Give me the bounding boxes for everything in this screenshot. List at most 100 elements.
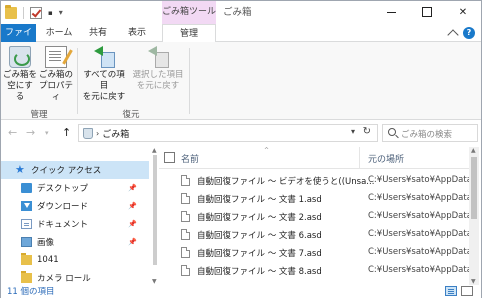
quick-access-toolbar: ▪ ▾ [5,4,63,20]
table-row[interactable]: 自動回復ファイル 〜 ビデオを使うと((Unsa... C:¥Users¥sat… [159,172,469,190]
file-icon [181,175,190,186]
file-list: ^ 名前 元の場所 自動回復ファイル 〜 ビデオを使うと((Unsa... C:… [159,147,469,285]
navigation-pane-scrollbar[interactable]: ▲ ▼ [151,147,159,285]
window-title: ごみ箱 [223,7,252,18]
navigation-pane: ★ クイック アクセス デスクトップ 📌 ダウンロード 📌 ドキュメント 📌 画… [1,147,151,285]
pin-icon[interactable]: 📌 [128,184,137,192]
tab-share[interactable]: 共有 [81,24,115,42]
breadcrumb-chevron-icon[interactable]: › [96,129,99,138]
ribbon-panel: ごみ箱を 空にする ごみ箱の プロパティ 管理 すべての項目 を元に戻す 選択し… [1,42,481,120]
group-label-restore: 復元 [122,110,140,120]
tab-manage[interactable]: 管理 [162,24,216,43]
navigation-bar: ← → ▾ ↑ › ごみ箱 ▾ ↻ ごみ箱の検索 [1,121,481,145]
large-icons-view-icon[interactable] [461,286,473,296]
maximize-button[interactable] [409,1,445,24]
title-bar: ▪ ▾ ごみ箱ツール ごみ箱 ✕ [1,1,481,24]
customize-toolbar-chevron-icon[interactable]: ▾ [59,8,63,17]
column-divider[interactable] [359,147,360,169]
file-original-location: C:¥Users¥sato¥AppData [368,247,469,257]
table-row[interactable]: 自動回復ファイル 〜 文書 6.asd C:¥Users¥sato¥AppDat… [159,226,469,244]
tab-file[interactable]: ファイル [1,24,36,56]
ribbon-tab-actions: ? [447,27,475,41]
documents-icon [21,219,32,229]
select-all-checkbox[interactable] [164,152,175,163]
nav-item-documents[interactable]: ドキュメント 📌 [1,215,149,233]
file-name: 自動回復ファイル 〜 文書 7.asd [197,249,322,259]
properties-check-icon[interactable] [30,6,42,19]
pin-icon[interactable]: ▪ [48,9,53,17]
close-button[interactable]: ✕ [445,1,481,24]
nav-item-downloads[interactable]: ダウンロード 📌 [1,197,149,215]
help-icon[interactable]: ? [463,27,475,39]
ribbon-tab-bar: ファイル ホーム 共有 表示 管理 ? [1,24,481,56]
file-name: 自動回復ファイル 〜 文書 2.asd [197,213,322,223]
scroll-down-icon[interactable]: ▼ [471,278,476,285]
nav-item-label: デスクトップ [37,184,89,194]
nav-item-desktop[interactable]: デスクトップ 📌 [1,179,149,197]
restore-all-button[interactable]: すべての項目 を元に戻す [79,46,129,103]
recent-locations-chevron-icon[interactable]: ▾ [45,126,49,140]
status-bar: 11 個の項目 [1,285,481,298]
item-count: 11 個の項目 [7,287,55,297]
pin-icon[interactable]: 📌 [128,202,137,210]
address-bar[interactable]: › ごみ箱 ▾ ↻ [78,124,378,142]
scroll-up-icon[interactable]: ▲ [471,147,476,154]
pin-icon[interactable]: 📌 [128,220,137,228]
folder-icon [21,253,32,265]
file-name: 自動回復ファイル 〜 文書 6.asd [197,231,322,241]
table-row[interactable]: 自動回復ファイル 〜 文書 7.asd C:¥Users¥sato¥AppDat… [159,244,469,262]
nav-item-quick-access[interactable]: ★ クイック アクセス [1,161,149,179]
file-icon [181,265,190,276]
tab-view[interactable]: 表示 [119,24,155,42]
up-arrow-icon[interactable]: ↑ [62,126,71,140]
recycle-bin-properties-button[interactable]: ごみ箱の プロパティ [37,46,75,103]
collapse-ribbon-chevron-icon[interactable] [447,29,459,41]
restore-selected-button[interactable]: 選択した項目 を元に戻す [131,46,185,92]
column-header-name[interactable]: 名前 [181,152,199,165]
address-dropdown-chevron-icon[interactable]: ▾ [351,127,355,136]
empty-recycle-bin-label-2: 空にする [7,81,33,102]
back-arrow-icon[interactable]: ← [8,126,17,140]
file-list-header: ^ 名前 元の場所 [159,147,469,169]
file-original-location: C:¥Users¥sato¥AppData [368,175,469,185]
sort-indicator-icon: ^ [264,147,270,154]
scroll-down-icon[interactable]: ▼ [152,278,157,285]
nav-item-camera-roll[interactable]: カメラ ロール [1,269,149,285]
nav-item-1041[interactable]: 1041 [1,251,149,269]
search-icon [388,128,396,136]
details-view-icon[interactable] [445,286,457,296]
recycle-bin-properties-label-2: プロパティ [38,81,73,102]
recycle-bin-properties-label-1: ごみ箱の [38,70,73,80]
scrollbar-thumb[interactable] [471,157,477,219]
nav-item-pictures[interactable]: 画像 📌 [1,233,149,251]
group-label-manage: 管理 [30,110,48,120]
empty-recycle-bin-button[interactable]: ごみ箱を 空にする [3,46,37,103]
minimize-button[interactable] [373,1,409,24]
file-explorer-window: ▪ ▾ ごみ箱ツール ごみ箱 ✕ ファイル ホーム 共有 表示 管理 ? ごみ箱… [0,0,482,298]
nav-item-label: ダウンロード [37,202,89,212]
tab-home[interactable]: ホーム [41,24,77,42]
column-header-location[interactable]: 元の場所 [368,152,404,165]
table-row[interactable]: 自動回復ファイル 〜 文書 1.asd C:¥Users¥sato¥AppDat… [159,190,469,208]
window-controls: ✕ [373,1,481,24]
file-icon [181,193,190,204]
forward-arrow-icon[interactable]: → [26,126,35,140]
file-icon [181,247,190,258]
search-input[interactable]: ごみ箱の検索 [382,124,478,142]
star-icon: ★ [15,163,25,176]
restore-all-icon [93,46,115,68]
refresh-icon[interactable]: ↻ [363,126,371,137]
scrollbar-thumb[interactable] [153,155,157,265]
nav-item-label: 1041 [37,255,59,265]
file-icon [181,211,190,222]
pin-icon[interactable]: 📌 [128,238,137,246]
pictures-icon [21,237,32,247]
file-list-scrollbar[interactable]: ▲ ▼ [469,147,479,285]
table-row[interactable]: 自動回復ファイル 〜 文書 8.asd C:¥Users¥sato¥AppDat… [159,262,469,280]
scroll-up-icon[interactable]: ▲ [152,147,157,154]
table-row[interactable]: 自動回復ファイル 〜 文書 2.asd C:¥Users¥sato¥AppDat… [159,208,469,226]
restore-selected-icon [147,46,169,68]
nav-item-label: カメラ ロール [37,274,91,284]
breadcrumb[interactable]: ごみ箱 [102,127,129,140]
folder-icon [5,4,17,19]
